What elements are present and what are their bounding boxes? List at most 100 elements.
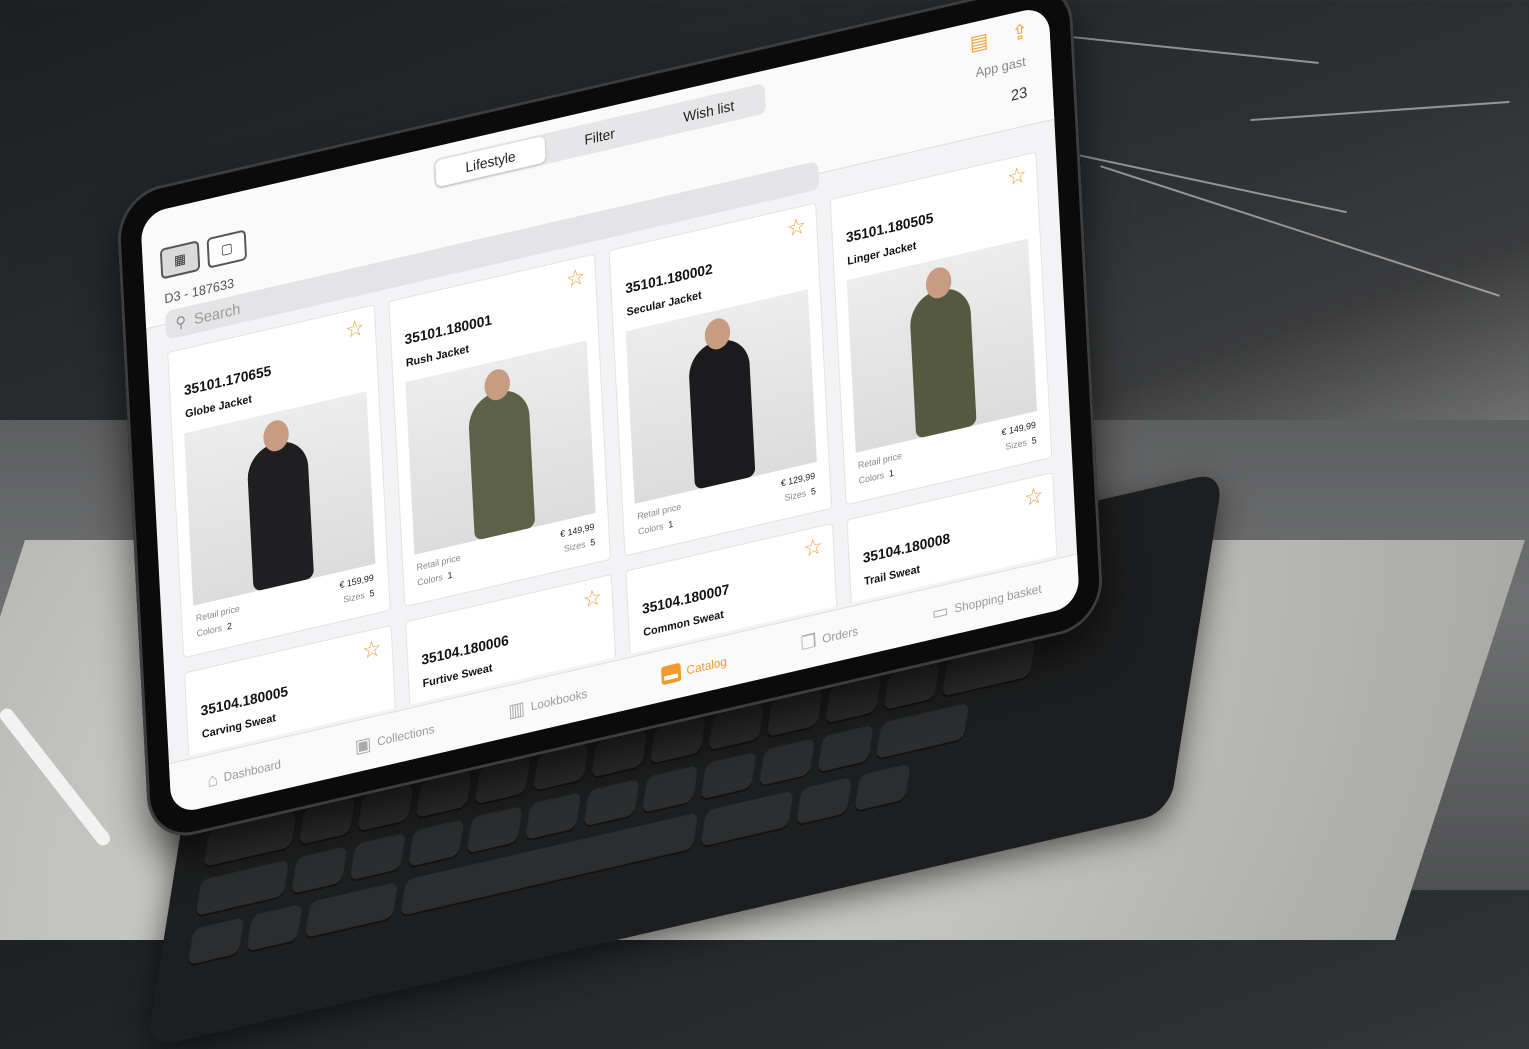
segment-lifestyle[interactable]: Lifestyle	[435, 135, 546, 188]
view-toggle: ▦ ▢	[159, 229, 248, 280]
key[interactable]	[245, 903, 303, 954]
tab-shopping-basket[interactable]: ▭ Shopping basket	[931, 578, 1042, 625]
tab-orders[interactable]: ❐ Orders	[800, 620, 858, 655]
sizes-count: 5	[810, 485, 817, 497]
tab-label: Catalog	[686, 654, 728, 678]
catalog-icon: ▬	[660, 662, 682, 686]
key[interactable]	[187, 917, 245, 968]
star-icon[interactable]: ☆	[345, 314, 366, 345]
key[interactable]	[349, 832, 406, 883]
product-photo	[404, 340, 596, 555]
user-label: App gast	[975, 53, 1027, 81]
box-icon: ▣	[354, 732, 372, 757]
product-name: Carving Sweat	[201, 711, 277, 742]
product-code: 35101.180505	[845, 209, 934, 246]
colors-count: 1	[447, 569, 453, 581]
product-card[interactable]: ☆ 35101.170655 Globe Jacket Retail price…	[167, 304, 391, 659]
bookmark-icon[interactable]: ▤	[969, 27, 989, 57]
top-actions: ▤ ⇪	[969, 18, 1028, 57]
product-name: Linger Jacket	[846, 239, 917, 268]
colors-label: Colors	[637, 520, 664, 537]
key[interactable]	[407, 819, 465, 870]
sizes-label: Sizes	[784, 487, 807, 504]
share-icon[interactable]: ⇪	[1011, 18, 1029, 47]
key[interactable]	[699, 751, 757, 802]
tab-catalog[interactable]: ▬ Catalog	[660, 652, 728, 686]
product-meta-right: € 149,99 Sizes 5	[1001, 417, 1037, 455]
sizes-label: Sizes	[563, 538, 586, 554]
product-photo	[625, 289, 817, 504]
segment-filter[interactable]: Filter	[544, 111, 655, 163]
film-icon: ▥	[507, 697, 526, 722]
star-icon[interactable]: ☆	[786, 212, 807, 243]
product-photo	[846, 238, 1038, 453]
key[interactable]	[795, 776, 853, 827]
product-meta-left: Retail price Colors 1	[858, 448, 903, 489]
segment-wish-list[interactable]: Wish list	[653, 85, 764, 137]
key[interactable]	[758, 738, 816, 789]
product-card[interactable]: ☆ 35101.180505 Linger Jacket Retail pric…	[829, 151, 1053, 506]
search-placeholder: Search	[193, 299, 241, 328]
sizes-label: Sizes	[1005, 436, 1028, 453]
colors-count: 1	[668, 518, 674, 530]
sizes-label: Sizes	[343, 589, 366, 605]
star-icon[interactable]: ☆	[565, 263, 586, 294]
basket-icon: ▭	[931, 599, 950, 624]
colors-label: Colors	[858, 469, 885, 486]
colors-label: Colors	[196, 622, 223, 639]
model-figure	[246, 435, 315, 592]
tab-collections[interactable]: ▣ Collections	[354, 718, 435, 758]
product-meta-right: € 149,99 Sizes 5	[560, 519, 596, 557]
sizes-count: 5	[1031, 434, 1037, 446]
product-meta-left: Retail price Colors 1	[637, 499, 682, 540]
sizes-count: 5	[590, 536, 596, 548]
grid-view-icon[interactable]: ▦	[159, 240, 201, 280]
product-photo	[184, 391, 375, 606]
colors-count: 2	[226, 620, 233, 632]
key[interactable]	[304, 881, 399, 941]
product-code: 35104.180008	[862, 529, 951, 567]
product-name: Rush Jacket	[405, 343, 470, 370]
product-code: 35101.170655	[183, 362, 272, 399]
product-meta-right: € 159,99 Sizes 5	[339, 570, 375, 608]
star-icon[interactable]: ☆	[803, 532, 824, 563]
tab-label: Lookbooks	[530, 686, 588, 714]
marble-vein	[1099, 165, 1501, 297]
tab-dashboard[interactable]: ⌂ Dashboard	[207, 753, 282, 791]
product-code: 35101.180001	[404, 311, 493, 348]
model-figure	[467, 384, 536, 541]
key[interactable]	[290, 846, 348, 897]
tab-lookbooks[interactable]: ▥ Lookbooks	[508, 683, 588, 723]
colors-count: 1	[888, 467, 895, 479]
product-code: 35104.180006	[420, 631, 510, 668]
key[interactable]	[466, 805, 523, 856]
star-icon[interactable]: ☆	[1023, 481, 1044, 512]
product-meta-right: € 129,99 Sizes 5	[781, 468, 817, 506]
item-count: 23	[1010, 83, 1028, 105]
star-icon[interactable]: ☆	[361, 634, 382, 665]
key[interactable]	[816, 724, 874, 775]
tab-label: Shopping basket	[953, 581, 1042, 616]
product-card[interactable]: ☆ 35101.180002 Secular Jacket Retail pri…	[608, 202, 832, 557]
tab-label: Collections	[376, 721, 435, 749]
star-icon[interactable]: ☆	[1007, 161, 1028, 192]
single-view-icon[interactable]: ▢	[206, 229, 248, 269]
sizes-count: 5	[369, 587, 375, 599]
key[interactable]	[524, 792, 582, 843]
marble-vein	[1250, 100, 1510, 122]
product-name: Furtive Sweat	[422, 661, 493, 691]
key[interactable]	[700, 790, 794, 849]
model-figure	[908, 282, 977, 439]
product-meta-left: Retail price Colors 2	[196, 601, 241, 642]
star-icon[interactable]: ☆	[582, 583, 603, 614]
key[interactable]	[583, 778, 640, 829]
key[interactable]	[875, 702, 970, 762]
product-name: Trail Sweat	[863, 563, 921, 589]
key[interactable]	[641, 765, 699, 816]
product-meta-left: Retail price Colors 1	[416, 550, 461, 591]
product-name: Globe Jacket	[184, 393, 253, 421]
search-icon: ⚲	[175, 312, 187, 333]
tab-label: Orders	[821, 623, 859, 647]
key[interactable]	[853, 763, 911, 814]
product-card[interactable]: ☆ 35101.180001 Rush Jacket Retail price …	[387, 253, 611, 608]
